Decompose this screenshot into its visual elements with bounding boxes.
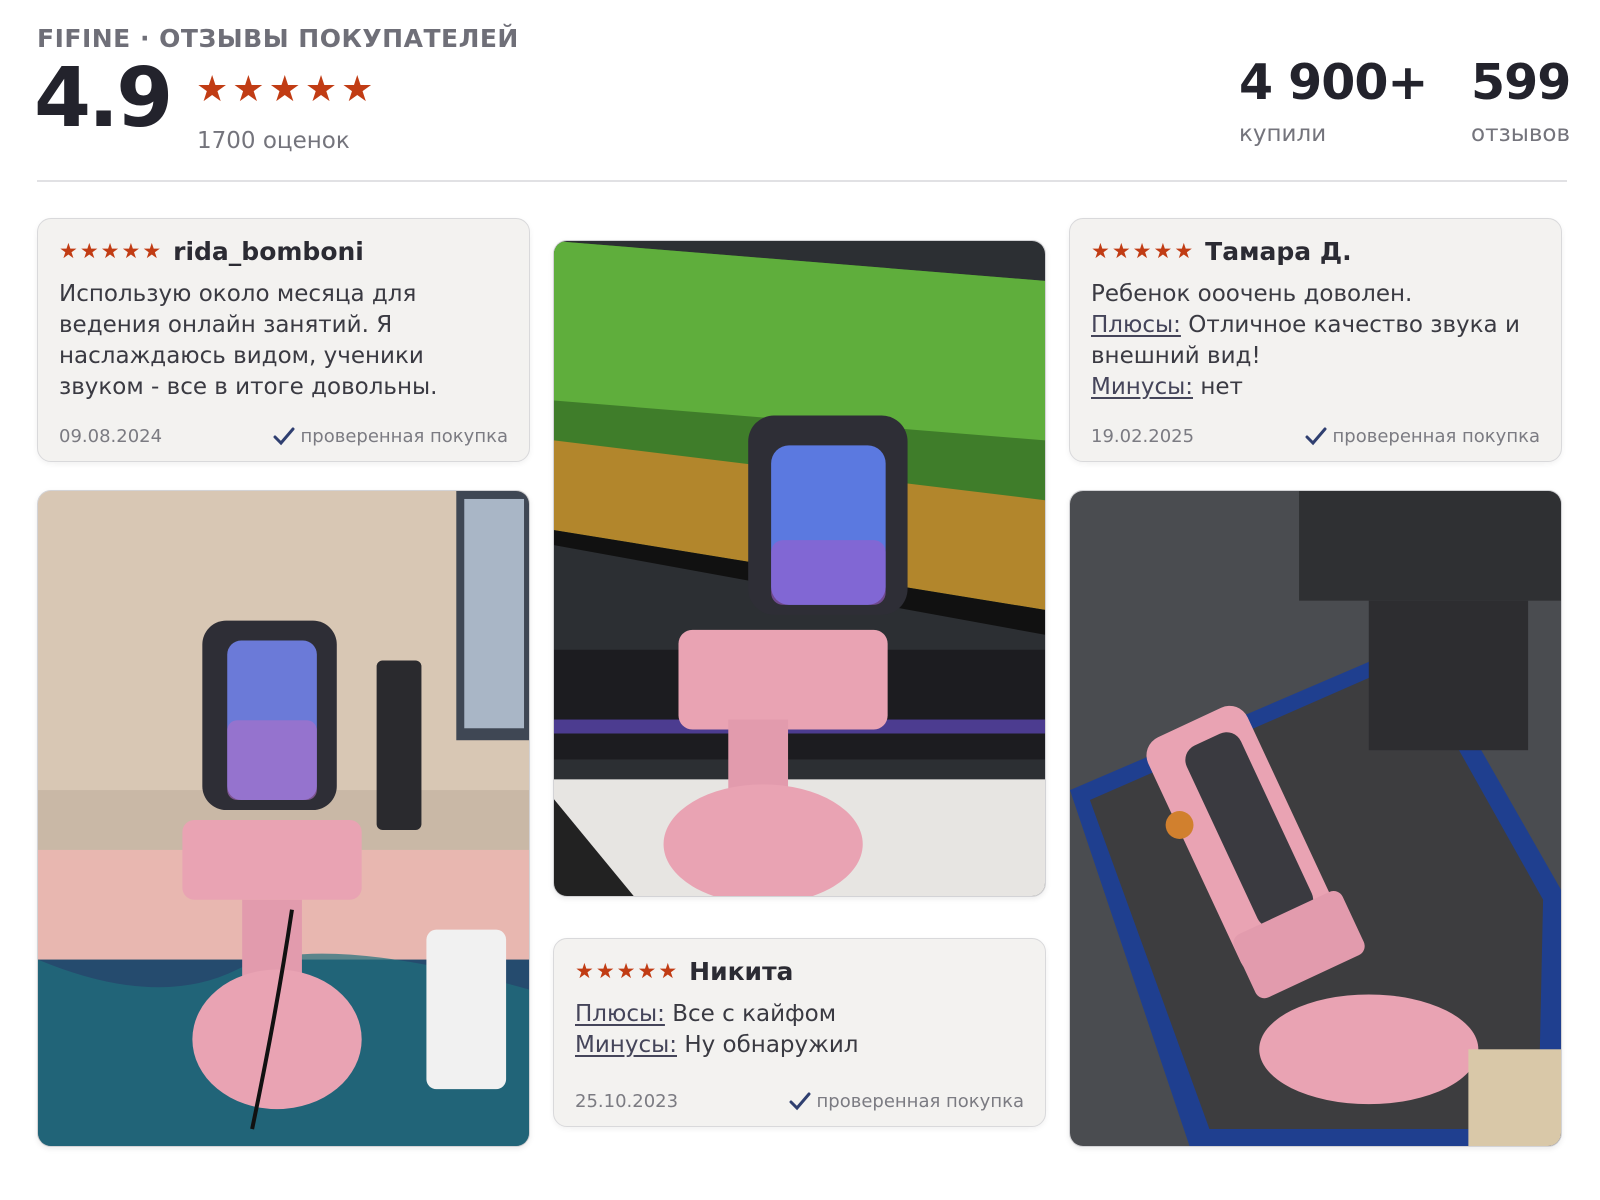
review-text: Ребенок ооочень доволен. Плюсы: Отличное… <box>1091 279 1540 403</box>
star-icon: ★ <box>637 959 657 983</box>
star-icon: ★ <box>341 69 374 110</box>
review-date: 25.10.2023 <box>575 1091 679 1112</box>
verified-label: проверенная покупка <box>300 426 508 447</box>
star-icon: ★ <box>1153 239 1173 263</box>
bought-value: 4 900+ <box>1239 54 1428 111</box>
star-icon: ★ <box>121 239 141 263</box>
star-icon: ★ <box>304 69 338 110</box>
pros-label: Плюсы: <box>1091 312 1181 338</box>
star-icon: ★ <box>142 239 162 263</box>
star-icon: ★ <box>575 959 594 983</box>
review-date: 09.08.2024 <box>59 426 163 447</box>
review-card-nikita[interactable]: ★ ★ ★ ★ ★ Никита Плюсы: Все с кайфом Мин… <box>553 938 1046 1127</box>
verified-label: проверенная покупка <box>1332 426 1540 447</box>
star-icon: ★ <box>658 959 678 983</box>
review-stars: ★ ★ ★ ★ ★ rida_bomboni <box>59 237 364 266</box>
review-author: Никита <box>689 957 794 986</box>
star-icon: ★ <box>79 239 99 263</box>
review-card-tamara[interactable]: ★ ★ ★ ★ ★ Тамара Д. Ребенок ооочень дово… <box>1069 218 1562 462</box>
verified-purchase: проверенная покупка <box>789 1091 1024 1112</box>
star-icon: ★ <box>1111 239 1131 263</box>
cons-label: Минусы: <box>1091 374 1193 400</box>
star-icon: ★ <box>595 959 615 983</box>
verified-label: проверенная покупка <box>816 1091 1024 1112</box>
cons-text: нет <box>1200 374 1243 400</box>
review-photo-desk[interactable] <box>37 490 530 1147</box>
review-cons: Минусы: Ну обнаружил <box>575 1030 1024 1061</box>
star-icon: ★ <box>268 69 301 110</box>
reviews-label: отзывов <box>1471 121 1571 147</box>
star-icon: ★ <box>1132 239 1152 263</box>
star-icon: ★ <box>100 239 120 263</box>
photo-desk-image <box>38 491 529 1146</box>
stat-reviews: 599 отзывов <box>1471 54 1571 147</box>
star-icon: ★ <box>232 69 265 110</box>
review-author: Тамара Д. <box>1205 237 1352 266</box>
reviews-value: 599 <box>1471 54 1571 111</box>
stat-bought: 4 900+ купили <box>1239 58 1428 147</box>
review-author: rida_bomboni <box>173 237 364 266</box>
verified-purchase: проверенная покупка <box>1305 426 1540 447</box>
verified-purchase: проверенная покупка <box>273 426 508 447</box>
ratings-count: 1700 оценок <box>197 128 350 154</box>
cons-text: Ну обнаружил <box>684 1032 859 1058</box>
star-icon: ★ <box>1091 239 1110 263</box>
review-text: Использую около месяца для ведения онлай… <box>59 281 438 400</box>
header-divider <box>37 180 1567 182</box>
page-kicker: FIFINE · ОТЗЫВЫ ПОКУПАТЕЛЕЙ <box>37 24 519 53</box>
checkmark-icon <box>1305 427 1327 445</box>
bought-label: купили <box>1239 121 1327 147</box>
review-text: Плюсы: Все с кайфом Минусы: Ну обнаружил <box>575 999 1024 1061</box>
pros-text: Все с кайфом <box>672 1001 837 1027</box>
review-pros: Плюсы: Отличное качество звука и внешний… <box>1091 310 1540 372</box>
pros-label: Плюсы: <box>575 1001 665 1027</box>
review-card-rida[interactable]: ★ ★ ★ ★ ★ rida_bomboni Использую около м… <box>37 218 530 462</box>
review-photo-monitor[interactable] <box>553 240 1046 897</box>
checkmark-icon <box>273 427 295 445</box>
review-photo-box[interactable] <box>1069 490 1562 1147</box>
review-pros: Плюсы: Все с кайфом <box>575 999 1024 1030</box>
star-icon: ★ <box>1174 239 1194 263</box>
photo-box-image <box>1070 491 1561 1146</box>
checkmark-icon <box>789 1092 811 1110</box>
review-date: 19.02.2025 <box>1091 426 1195 447</box>
star-icon: ★ <box>59 239 78 263</box>
review-line: Ребенок ооочень доволен. <box>1091 281 1413 307</box>
star-icon: ★ <box>196 69 229 110</box>
review-stars: ★ ★ ★ ★ ★ Никита <box>575 957 793 986</box>
rating-stars: ★ ★ ★ ★ ★ <box>196 72 373 108</box>
photo-monitor-image <box>554 241 1045 896</box>
cons-label: Минусы: <box>575 1032 677 1058</box>
average-rating: 4.9 <box>34 51 173 146</box>
review-stars: ★ ★ ★ ★ ★ Тамара Д. <box>1091 237 1352 266</box>
review-cons: Минусы: нет <box>1091 372 1540 403</box>
star-icon: ★ <box>616 959 636 983</box>
